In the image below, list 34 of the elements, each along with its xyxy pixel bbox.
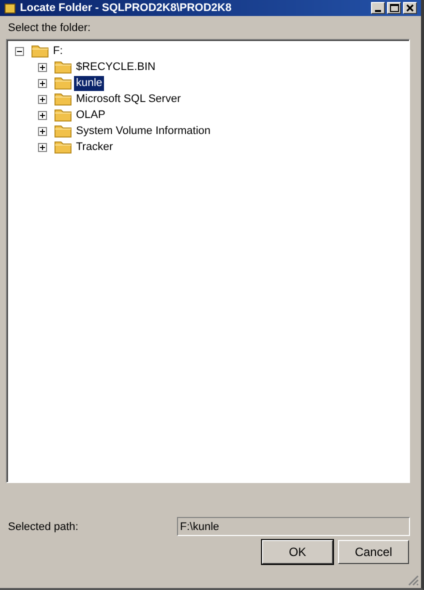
expand-icon[interactable]: [38, 110, 47, 120]
expand-icon[interactable]: [38, 62, 47, 72]
expand-icon[interactable]: [38, 78, 47, 88]
folder-label[interactable]: OLAP: [74, 108, 108, 122]
resize-grip-icon[interactable]: [407, 574, 419, 586]
folder-label[interactable]: F:: [51, 44, 65, 58]
path-label: Selected path:: [8, 520, 80, 532]
folder-icon: [54, 92, 72, 106]
cancel-button[interactable]: Cancel: [338, 540, 409, 564]
folder-label[interactable]: Tracker: [74, 140, 115, 154]
folder-label[interactable]: kunle: [74, 76, 104, 90]
expand-icon[interactable]: [38, 126, 47, 136]
close-icon: [406, 4, 414, 12]
prompt-label: Select the folder:: [8, 22, 92, 36]
folder-label[interactable]: $RECYCLE.BIN: [74, 60, 158, 74]
ok-button[interactable]: OK: [262, 540, 333, 564]
folder-icon: [54, 76, 72, 90]
minimize-button[interactable]: [371, 2, 385, 14]
folder-icon: [31, 44, 49, 58]
window-title: Locate Folder - SQLPROD2K8\PROD2K8: [20, 2, 232, 14]
folder-icon: [54, 60, 72, 74]
expand-icon[interactable]: [38, 94, 47, 104]
maximize-icon: [390, 4, 398, 12]
folder-icon: [54, 140, 72, 154]
folder-icon: [54, 124, 72, 138]
maximize-button[interactable]: [387, 2, 401, 14]
folder-label[interactable]: System Volume Information: [74, 124, 213, 138]
close-button[interactable]: [403, 2, 417, 14]
folder-icon: [54, 108, 72, 122]
collapse-icon[interactable]: [15, 46, 24, 56]
folder-label[interactable]: Microsoft SQL Server: [74, 92, 183, 106]
app-icon: [4, 2, 16, 14]
expand-icon[interactable]: [38, 142, 47, 152]
path-field[interactable]: F:\kunle: [177, 517, 410, 536]
